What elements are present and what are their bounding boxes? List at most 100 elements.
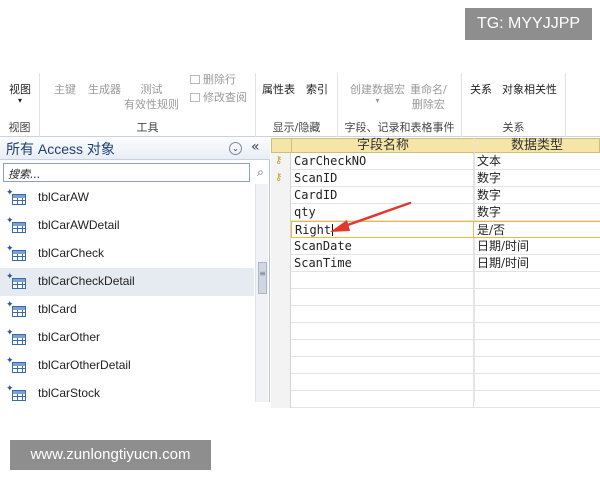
data-type-cell[interactable]: 数字	[474, 187, 600, 204]
data-type-cell[interactable]: 数字	[474, 170, 600, 187]
header-field-name[interactable]: 字段名称	[291, 138, 475, 153]
nav-item-table[interactable]: ✦ tblCarCheck	[0, 240, 254, 268]
row-selector[interactable]	[271, 255, 291, 272]
field-name-cell[interactable]: ScanID	[291, 170, 474, 187]
rename-delete-macro-button[interactable]: 重命名/ 删除宏	[410, 82, 447, 112]
modify-lookup-button[interactable]: 修改查阅	[190, 89, 247, 105]
view-button[interactable]: 视图 ▾	[9, 82, 31, 105]
data-type-text: 是/否	[477, 223, 506, 237]
data-type-cell[interactable]: 文本	[474, 153, 600, 170]
row-selector[interactable]	[271, 357, 291, 374]
row-selector[interactable]	[271, 391, 291, 408]
field-name-text: Right	[295, 223, 332, 237]
collapse-icon[interactable]: «	[251, 139, 260, 155]
field-name-text: ScanID	[294, 171, 338, 185]
data-type-cell[interactable]	[474, 340, 600, 357]
field-row[interactable]: ScanDate 日期/时间	[271, 238, 600, 255]
empty-field-row[interactable]	[271, 306, 600, 323]
empty-field-row[interactable]	[271, 323, 600, 340]
nav-item-label: tblCarAWDetail	[38, 218, 120, 232]
row-selector[interactable]	[271, 323, 291, 340]
field-row[interactable]: CardID 数字	[271, 187, 600, 204]
field-row[interactable]: ScanTime 日期/时间	[271, 255, 600, 272]
search-icon[interactable]: ⌕	[253, 163, 268, 182]
field-row[interactable]: ⚷ ScanID 数字	[271, 170, 600, 187]
row-selector[interactable]	[271, 187, 291, 204]
data-type-cell[interactable]	[474, 374, 600, 391]
data-type-cell[interactable]: 数字	[474, 204, 600, 221]
create-data-macro-button[interactable]: 创建数据宏 ▾	[350, 82, 405, 105]
object-dependencies-button[interactable]: 对象相关性	[502, 82, 557, 97]
data-type-cell[interactable]: 是/否	[474, 221, 600, 238]
field-name-cell[interactable]: ScanTime	[291, 255, 474, 272]
data-type-cell[interactable]: 日期/时间	[474, 238, 600, 255]
nav-item-table[interactable]: ✦ tblCarAWDetail	[0, 212, 254, 240]
header-row-selector[interactable]	[271, 138, 292, 153]
row-selector[interactable]	[271, 289, 291, 306]
row-selector[interactable]	[271, 238, 291, 255]
field-name-cell[interactable]: ScanDate	[291, 238, 474, 255]
scrollbar-thumb[interactable]	[258, 262, 267, 294]
field-name-cell[interactable]	[291, 357, 474, 374]
relationships-button[interactable]: 关系	[470, 82, 492, 97]
header-data-type[interactable]: 数据类型	[474, 138, 600, 153]
field-name-cell[interactable]	[291, 391, 474, 408]
table-icon: ✦	[6, 356, 27, 373]
data-type-cell[interactable]	[474, 391, 600, 408]
nav-item-table[interactable]: ✦ tblCarOtherDetail	[0, 352, 254, 380]
field-name-cell[interactable]: CarCheckNO	[291, 153, 474, 170]
empty-field-row[interactable]	[271, 391, 600, 408]
row-selector[interactable]	[271, 306, 291, 323]
row-selector[interactable]	[271, 340, 291, 357]
nav-item-table[interactable]: ✦ tblCard	[0, 296, 254, 324]
nav-header[interactable]: 所有 Access 对象 ⌄ «	[0, 138, 270, 160]
field-name-cell[interactable]: CardID	[291, 187, 474, 204]
empty-field-row[interactable]	[271, 289, 600, 306]
field-name-text: CardID	[294, 188, 338, 202]
field-name-cell[interactable]	[291, 272, 474, 289]
nav-scrollbar[interactable]	[255, 184, 268, 402]
field-row[interactable]: qty 数字	[271, 204, 600, 221]
empty-field-row[interactable]	[271, 272, 600, 289]
property-sheet-button[interactable]: 属性表	[262, 82, 295, 97]
field-name-cell[interactable]	[291, 323, 474, 340]
indexes-button[interactable]: 索引	[306, 82, 328, 97]
row-selector[interactable]	[271, 204, 291, 221]
builder-button[interactable]: 生成器	[88, 82, 121, 97]
data-type-cell[interactable]	[474, 289, 600, 306]
test-rules-label-2: 有效性规则	[124, 98, 179, 111]
delete-rows-button[interactable]: 删除行	[190, 71, 236, 87]
row-selector[interactable]: ⚷	[271, 170, 291, 187]
field-name-cell[interactable]	[291, 306, 474, 323]
data-type-text: 数字	[477, 171, 502, 185]
field-row[interactable]: ⚷ CarCheckNO 文本	[271, 153, 600, 170]
data-type-cell[interactable]	[474, 357, 600, 374]
row-selector[interactable]	[271, 374, 291, 391]
data-type-cell[interactable]	[474, 272, 600, 289]
nav-item-table[interactable]: ✦ tblCarStock	[0, 380, 254, 402]
data-type-cell[interactable]	[474, 306, 600, 323]
nav-dropdown-icon[interactable]: ⌄	[229, 142, 242, 155]
field-name-cell[interactable]: qty	[291, 204, 474, 221]
test-validation-rules-button[interactable]: 测试 有效性规则	[124, 82, 179, 112]
row-selector[interactable]	[271, 272, 291, 289]
nav-item-table[interactable]: ✦ tblCarCheckDetail	[0, 268, 254, 296]
nav-item-label: tblCard	[38, 302, 77, 316]
nav-item-table[interactable]: ✦ tblCarOther	[0, 324, 254, 352]
nav-search-input[interactable]: 搜索...	[3, 163, 250, 182]
empty-field-row[interactable]	[271, 340, 600, 357]
row-selector[interactable]: ⚷	[271, 153, 291, 170]
row-selector[interactable]	[271, 221, 291, 238]
field-name-cell[interactable]	[291, 340, 474, 357]
primary-key-button[interactable]: 主键	[54, 82, 76, 97]
table-grid-icon	[12, 334, 26, 345]
field-row[interactable]: Right 是/否	[271, 221, 600, 238]
field-name-cell[interactable]	[291, 374, 474, 391]
field-name-cell[interactable]: Right	[291, 221, 474, 238]
data-type-cell[interactable]	[474, 323, 600, 340]
data-type-cell[interactable]: 日期/时间	[474, 255, 600, 272]
nav-item-table[interactable]: ✦ tblCarAW	[0, 184, 254, 212]
empty-field-row[interactable]	[271, 357, 600, 374]
field-name-cell[interactable]	[291, 289, 474, 306]
empty-field-row[interactable]	[271, 374, 600, 391]
